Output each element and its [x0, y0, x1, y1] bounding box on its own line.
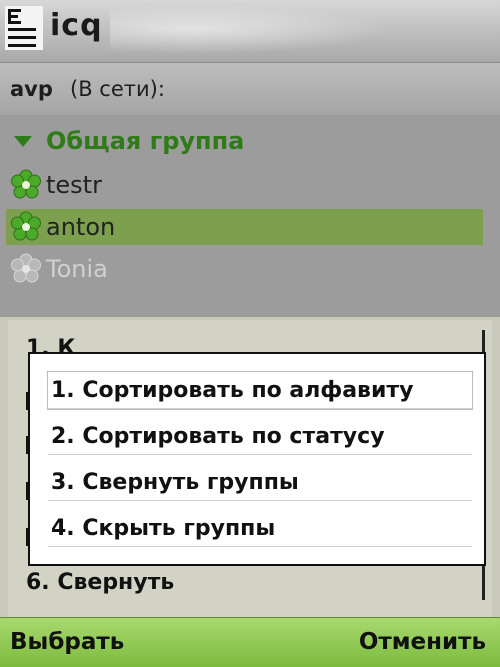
softkey-bar: Выбрать Отменить: [0, 617, 500, 667]
select-softkey[interactable]: Выбрать: [10, 629, 124, 655]
icq-flower-online-icon: [11, 169, 41, 199]
status-bar: avp (В сети):: [0, 62, 500, 116]
sort-submenu: 1. Сортировать по алфавиту 2. Сортироват…: [28, 352, 486, 566]
contact-item[interactable]: anton: [6, 209, 483, 245]
app-title: icq: [50, 8, 103, 43]
cancel-softkey[interactable]: Отменить: [359, 629, 486, 655]
submenu-item-sort-alphabet[interactable]: 1. Сортировать по алфавиту: [47, 371, 473, 410]
contact-list: Общая группа testr anton Tonia: [0, 115, 500, 317]
icq-flower-offline-icon: [11, 253, 41, 283]
expand-triangle-icon: [14, 135, 32, 147]
contact-name: anton: [46, 213, 116, 241]
submenu-item-collapse-groups[interactable]: 3. Свернуть группы: [48, 464, 472, 501]
title-glow: [110, 4, 390, 54]
group-name: Общая группа: [46, 127, 245, 155]
contact-item[interactable]: Tonia: [6, 251, 483, 287]
submenu-item-sort-status[interactable]: 2. Сортировать по статусу: [48, 418, 472, 455]
contact-item[interactable]: testr: [6, 167, 483, 203]
contact-name: Tonia: [46, 255, 108, 283]
title-bar: icq: [0, 0, 500, 62]
submenu-item-label: 2. Сортировать по статусу: [51, 423, 385, 449]
menu-list-icon[interactable]: [5, 6, 43, 50]
submenu-item-label: 4. Скрыть группы: [51, 515, 276, 541]
submenu-item-label: 3. Свернуть группы: [51, 469, 299, 495]
username: avp: [10, 77, 53, 101]
submenu-item-label: 1. Сортировать по алфавиту: [51, 377, 414, 403]
contact-name: testr: [46, 171, 102, 199]
online-status: (В сети):: [70, 77, 165, 101]
submenu-item-hide-groups[interactable]: 4. Скрыть группы: [48, 510, 472, 547]
options-menu-item-minimize[interactable]: 6. Свернуть: [26, 570, 174, 595]
group-header[interactable]: Общая группа: [14, 127, 244, 155]
icq-flower-online-icon: [11, 211, 41, 241]
